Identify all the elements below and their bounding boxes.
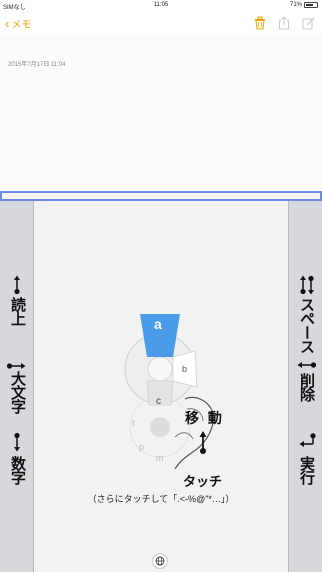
space-label: スペース bbox=[298, 297, 316, 353]
read-aloud-label: 読上 bbox=[9, 297, 27, 325]
up-arrow-icon bbox=[199, 431, 207, 454]
nav-actions bbox=[252, 15, 316, 31]
back-button[interactable]: ‹ メモ bbox=[5, 16, 31, 31]
dial-faded-m: m bbox=[156, 453, 164, 463]
note-editor[interactable]: 2015年7月17日 11:04 bbox=[0, 35, 322, 192]
battery-percent: 71% bbox=[289, 2, 302, 8]
dial-faded-t: t bbox=[132, 418, 135, 428]
return-arrow-icon bbox=[299, 433, 316, 447]
gesture-move-label: 移 動 bbox=[185, 411, 224, 427]
status-bar: SIMなし 11:05 71% bbox=[0, 0, 322, 11]
share-icon[interactable] bbox=[276, 15, 292, 31]
globe-icon bbox=[155, 556, 165, 566]
number-label: 数字 bbox=[9, 456, 27, 484]
globe-button[interactable] bbox=[152, 553, 168, 569]
left-gesture-panel[interactable]: 読上 大文字 数字 bbox=[0, 201, 34, 572]
hint-text: （さらにタッチして「.<-%@"*…」） bbox=[87, 494, 235, 504]
vertical-arrow-icon bbox=[14, 275, 20, 295]
chevron-left-icon: ‹ bbox=[5, 16, 10, 31]
right-gesture-panel[interactable]: スペース 削除 実行 bbox=[288, 201, 322, 572]
delete-label: 削除 bbox=[298, 373, 316, 401]
clock: 11:05 bbox=[153, 2, 169, 8]
horizontal-arrow-icon bbox=[6, 363, 26, 369]
trash-icon[interactable] bbox=[252, 15, 268, 31]
double-vertical-arrow-icon bbox=[300, 275, 314, 295]
gesture-area[interactable]: a b c t p m 移 動 タッチ （さらにタッチして「.<-%@"*…」） bbox=[35, 201, 287, 572]
battery-icon bbox=[304, 2, 318, 8]
gesture-touch-label: タッチ bbox=[183, 475, 223, 490]
character-dial[interactable] bbox=[115, 309, 225, 479]
uppercase-label: 大文字 bbox=[9, 371, 27, 413]
back-label: メモ bbox=[11, 20, 32, 31]
note-date: 2015年7月17日 11:04 bbox=[8, 62, 66, 68]
dial-keyboard: 読上 大文字 数字 スペース 削除 実行 a b c t p m 移 動 タッチ… bbox=[0, 201, 322, 572]
enter-label: 実行 bbox=[298, 456, 316, 484]
text-input-field[interactable] bbox=[0, 191, 322, 201]
vertical-arrow-icon-down bbox=[14, 432, 20, 452]
dial-key-a-label: a bbox=[154, 316, 162, 332]
dial-faded-p: p bbox=[139, 442, 145, 452]
dial-key-b-label: b bbox=[182, 364, 188, 374]
navigation-bar: ‹ メモ bbox=[0, 11, 322, 35]
compose-icon[interactable] bbox=[300, 15, 316, 31]
left-arrow-icon bbox=[297, 362, 317, 368]
dial-key-c-label: c bbox=[156, 396, 161, 407]
